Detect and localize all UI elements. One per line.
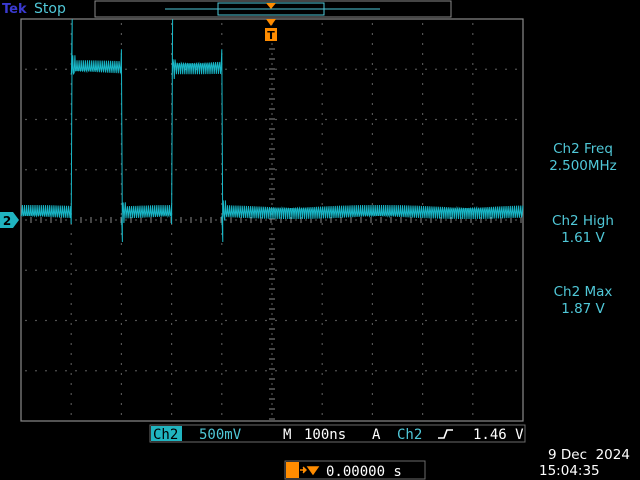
trigger-marker-label: T xyxy=(267,29,275,42)
brand-label: Tek xyxy=(2,2,27,17)
trigger-level[interactable]: 1.46 V xyxy=(473,427,524,443)
trigger-prefix: A xyxy=(372,427,381,443)
trigger-position-readout: 0.00000 s xyxy=(284,460,426,480)
trigger-position-value[interactable]: 0.00000 s xyxy=(326,464,402,480)
measurement-label: Ch2 High xyxy=(552,213,614,229)
time-label: 15:04:35 xyxy=(539,463,600,479)
volts-per-div[interactable]: 500mV xyxy=(199,427,242,443)
measurement-value: 1.87 V xyxy=(561,301,605,317)
trigger-channel[interactable]: Ch2 xyxy=(397,427,422,443)
measurement-value: 1.61 V xyxy=(561,230,605,246)
ch2-marker-label: 2 xyxy=(3,214,11,228)
date-label: 9 Dec 2024 xyxy=(548,447,630,463)
channel-label: Ch2 xyxy=(153,427,178,443)
measurement-label: Ch2 Max xyxy=(554,284,613,300)
status-bar: Ch2 500mV M 100ns A Ch2 1.46 V xyxy=(149,424,526,443)
measurement-value: 2.500MHz xyxy=(549,158,617,174)
oscilloscope-screen: Tek Stop T 2 Ch2 Freq 2.500MHz Ch2 High … xyxy=(0,0,640,480)
time-per-div[interactable]: 100ns xyxy=(304,427,346,443)
run-state-label: Stop xyxy=(34,1,66,17)
timebase-prefix: M xyxy=(283,427,291,443)
measurement-label: Ch2 Freq xyxy=(553,141,613,157)
